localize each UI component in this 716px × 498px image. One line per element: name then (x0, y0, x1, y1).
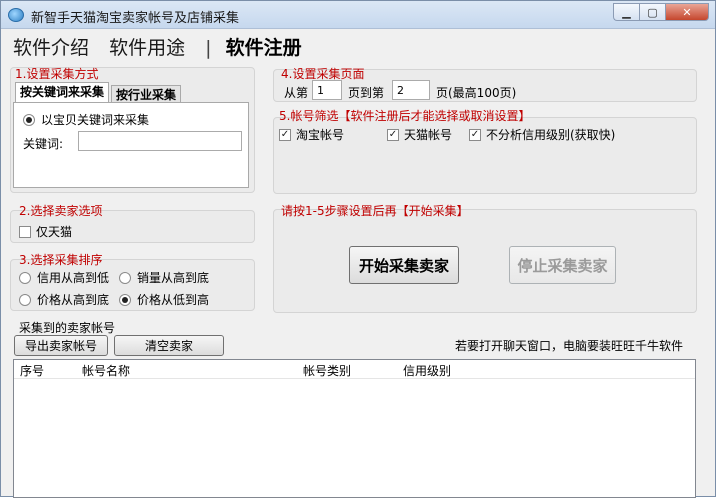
section-collect-method-title: 1.设置采集方式 (15, 67, 99, 81)
checkbox-tmall-only[interactable]: 仅天猫 (19, 223, 72, 240)
checkbox-skip-credit-label: 不分析信用级别(获取快) (486, 128, 616, 142)
column-header-account-type[interactable]: 帐号类别 (303, 362, 351, 379)
title-bar[interactable]: 新智手天猫淘宝卖家帐号及店铺采集 ▁ ▢ ✕ (1, 1, 715, 29)
checkbox-box: ✓ (469, 128, 481, 141)
checkbox-box (19, 225, 31, 238)
page-to-input[interactable] (392, 80, 430, 100)
seller-table[interactable]: 序号 帐号名称 帐号类别 信用级别 (13, 359, 696, 498)
page-limit-label: 页(最高100页) (436, 86, 517, 100)
export-sellers-button[interactable]: 导出卖家帐号 (14, 335, 108, 356)
radio-dot (19, 293, 31, 306)
checkbox-tmall-only-label: 仅天猫 (36, 225, 73, 239)
radio-dot (119, 271, 131, 284)
results-title: 采集到的卖家帐号 (19, 321, 116, 335)
checkbox-box: ✓ (387, 128, 399, 141)
app-window: 新智手天猫淘宝卖家帐号及店铺采集 ▁ ▢ ✕ 软件介绍 软件用途 | 软件注册 … (0, 0, 716, 498)
window-title: 新智手天猫淘宝卖家帐号及店铺采集 (31, 11, 240, 26)
keyword-input[interactable] (78, 131, 242, 151)
radio-keyword-collect[interactable]: 以宝贝关键词来采集 (23, 111, 149, 128)
checkbox-skip-credit[interactable]: ✓ 不分析信用级别(获取快) (469, 126, 615, 143)
minimize-button[interactable]: ▁ (613, 3, 639, 21)
column-header-credit-level[interactable]: 信用级别 (403, 362, 451, 379)
column-header-account-name[interactable]: 帐号名称 (82, 362, 130, 379)
checkbox-tmall-account-label: 天猫帐号 (404, 128, 453, 142)
radio-price-high-low[interactable]: 价格从高到底 (19, 291, 109, 308)
checkbox-box: ✓ (279, 128, 291, 141)
nav-software-usage[interactable]: 软件用途 (109, 37, 185, 59)
page-to-label: 页到第 (348, 86, 385, 100)
section-actions-title: 请按1-5步骤设置后再【开始采集】 (281, 204, 469, 218)
nav-software-intro[interactable]: 软件介绍 (13, 37, 89, 59)
top-nav: 软件介绍 软件用途 | 软件注册 (13, 33, 316, 60)
table-header: 序号 帐号名称 帐号类别 信用级别 (14, 360, 695, 379)
nav-separator: | (205, 37, 212, 59)
close-button[interactable]: ✕ (665, 3, 709, 21)
stop-collect-button[interactable]: 停止采集卖家 (509, 246, 616, 284)
radio-credit-high-low-label: 信用从高到低 (37, 271, 110, 285)
radio-dot (119, 293, 131, 306)
radio-keyword-collect-label: 以宝贝关键词来采集 (41, 113, 150, 127)
start-collect-button[interactable]: 开始采集卖家 (349, 246, 459, 284)
app-logo-icon (8, 8, 24, 22)
radio-price-high-low-label: 价格从高到底 (37, 293, 110, 307)
radio-sales-high-low-label: 销量从高到底 (137, 271, 210, 285)
maximize-button[interactable]: ▢ (639, 3, 665, 21)
maximize-icon: ▢ (647, 5, 658, 19)
window-controls: ▁ ▢ ✕ (613, 3, 709, 21)
radio-price-low-high-label: 价格从低到高 (137, 293, 210, 307)
checkbox-tmall-account[interactable]: ✓ 天猫帐号 (387, 126, 452, 143)
clear-sellers-button[interactable]: 清空卖家 (114, 335, 224, 356)
checkbox-taobao-account[interactable]: ✓ 淘宝帐号 (279, 126, 344, 143)
wangwang-hint: 若要打开聊天窗口，电脑要装旺旺千牛软件 (455, 339, 684, 353)
radio-price-low-high[interactable]: 价格从低到高 (119, 291, 209, 308)
minimize-icon: ▁ (622, 5, 631, 19)
section-sort-order-title: 3.选择采集排序 (19, 253, 103, 267)
keyword-label: 关键词: (23, 137, 64, 151)
radio-dot (23, 113, 35, 126)
close-icon: ✕ (682, 5, 692, 19)
radio-dot (19, 271, 31, 284)
page-from-label: 从第 (284, 86, 309, 100)
page-from-input[interactable] (312, 80, 342, 100)
column-header-index[interactable]: 序号 (20, 362, 44, 379)
section-actions (273, 209, 697, 313)
keyword-tab-panel: 以宝贝关键词来采集 关键词: (13, 102, 249, 188)
radio-sales-high-low[interactable]: 销量从高到底 (119, 269, 209, 286)
radio-credit-high-low[interactable]: 信用从高到低 (19, 269, 109, 286)
section-account-filter-title: 5.帐号筛选【软件注册后才能选择或取消设置】 (279, 109, 531, 123)
section-seller-options-title: 2.选择卖家选项 (19, 204, 103, 218)
nav-software-register[interactable]: 软件注册 (226, 37, 302, 59)
checkbox-taobao-account-label: 淘宝帐号 (296, 128, 345, 142)
